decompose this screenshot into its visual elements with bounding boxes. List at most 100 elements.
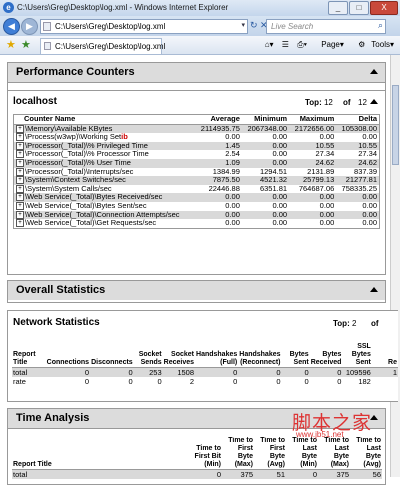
overall-statistics-title: Overall Statistics	[16, 284, 106, 296]
counters-table-body: + \Memory\Available KBytes 2114935.75 20673…	[14, 124, 379, 228]
expand-icon[interactable]: +	[16, 158, 24, 167]
network-of-label: of	[371, 319, 379, 328]
feeds-icon[interactable]: ☰	[282, 40, 289, 49]
time-col-header: Time to Last Byte (Avg)	[350, 437, 382, 470]
network-statistics-header: Network Statistics Top: 2 of	[8, 311, 398, 335]
network-cell: 0	[309, 367, 343, 377]
network-col-header: Socket Receives	[162, 343, 196, 368]
search-placeholder: Live Search	[271, 22, 314, 31]
performance-counters-title: Performance Counters	[16, 66, 135, 78]
address-bar: ◀ ▶ C:\Users\Greg\Desktop\log.xml ▾ ↻ ✕ …	[0, 16, 400, 36]
time-col-header: Time to First Byte (Max)	[222, 437, 254, 470]
time-cell: 375	[222, 469, 254, 479]
network-statistics-section: Network Statistics Top: 2 of Report Titl…	[7, 310, 398, 402]
collapse-icon[interactable]	[370, 99, 378, 104]
network-cell: 2	[189, 377, 195, 386]
network-col-header: SSL Bytes Sent	[342, 343, 372, 368]
window-controls: _ □ X	[327, 1, 398, 15]
expand-icon[interactable]: +	[16, 184, 24, 193]
search-input[interactable]: Live Search ⌕	[266, 19, 386, 34]
performance-counters-section: Performance Counters localhost Top: 12 o…	[7, 62, 386, 275]
close-button[interactable]: X	[370, 1, 398, 15]
network-cell: 253	[133, 367, 163, 377]
time-table-wrap: Report Title Time to First Bit (Min) Time …	[12, 437, 382, 479]
watermark-url: www.jb51.net	[296, 430, 344, 439]
back-button[interactable]: ◀	[3, 18, 20, 35]
collapse-icon[interactable]	[370, 287, 378, 292]
page-menu[interactable]: Page▾	[315, 40, 344, 49]
network-cell: rate	[13, 377, 26, 386]
forward-button[interactable]: ▶	[21, 18, 38, 35]
expand-icon[interactable]: +	[16, 141, 24, 150]
expand-icon[interactable]: +	[16, 201, 24, 210]
table-row[interactable]: + \Web Service(_Total)\Get Requests/sec 0.…	[14, 218, 379, 228]
time-cell: total	[12, 469, 190, 479]
print-icon[interactable]: ⎙▾	[297, 40, 307, 49]
table-row[interactable]: total 0 375 51 0 375 56	[12, 469, 382, 479]
network-statistics-title: Network Statistics	[13, 317, 100, 328]
expand-icon[interactable]: +	[16, 193, 24, 202]
top-count: Top: 12	[305, 98, 333, 107]
network-cell: 0	[304, 377, 309, 386]
maximize-button[interactable]: □	[349, 1, 369, 15]
time-table-body: total 0 375 51 0 375 56	[12, 469, 382, 479]
time-cell: 0	[286, 469, 318, 479]
ie-logo-icon: e	[3, 2, 14, 13]
network-table: Report Title Connections Disconnects Socket…	[12, 343, 398, 386]
network-cell: 0	[128, 377, 133, 386]
network-col-header: Connections	[45, 343, 91, 368]
network-col-header: Socket Sends	[133, 343, 163, 368]
time-analysis-title: Time Analysis	[16, 412, 90, 424]
expand-icon[interactable]: +	[16, 133, 24, 142]
network-cell: 109596	[342, 367, 372, 377]
counters-table: Counter Name Average Minimum Maximum Del…	[14, 114, 379, 228]
of-value: 12	[358, 98, 367, 107]
localhost-panel: localhost Top: 12 of 12 Counter Name Ave…	[8, 90, 385, 229]
performance-counters-header[interactable]: Performance Counters	[8, 63, 385, 83]
col-average: Average	[195, 114, 242, 125]
search-icon[interactable]: ⌕	[378, 20, 383, 31]
network-cell: 0	[157, 377, 162, 386]
network-col-header: Re	[371, 343, 398, 368]
expand-icon[interactable]: +	[16, 176, 24, 185]
time-col-header: Time to Last Byte (Max)	[318, 437, 350, 470]
home-icon[interactable]: ⌂▾	[265, 40, 274, 49]
table-row[interactable]: rate 0 0 0 2 0 0 0 0 182	[12, 377, 398, 386]
collapse-icon[interactable]	[370, 69, 378, 74]
vertical-scrollbar[interactable]	[390, 55, 400, 477]
minimize-button[interactable]: _	[328, 1, 348, 15]
network-cell: 0	[45, 367, 91, 377]
col-minimum: Minimum	[241, 114, 290, 125]
gear-icon: ⚙	[358, 40, 366, 49]
favorites-star-icon[interactable]: ★	[6, 38, 16, 51]
scrollbar-thumb[interactable]	[392, 85, 399, 165]
expand-icon[interactable]: +	[16, 167, 24, 176]
time-cell: 51	[254, 469, 286, 479]
network-cell: 1508	[162, 367, 196, 377]
page-icon	[43, 22, 51, 31]
add-favorite-icon[interactable]: ★	[21, 38, 31, 51]
network-col-header: Handshakes (Full)	[195, 343, 239, 368]
command-buttons: ⌂▾ ☰ ⎙▾ Page▾ ⚙ Tools▾	[259, 40, 394, 50]
network-col-header: Handshakes (Reconnect)	[238, 343, 282, 368]
refresh-stop-icons[interactable]: ↻ ✕	[250, 20, 268, 31]
address-dropdown-icon[interactable]: ▾	[241, 21, 245, 29]
address-input[interactable]: C:\Users\Greg\Desktop\log.xml ▾	[40, 19, 248, 34]
tab-log-xml[interactable]: C:\Users\Greg\Desktop\log.xml	[40, 38, 165, 54]
expand-icon[interactable]: +	[16, 210, 24, 219]
address-url: C:\Users\Greg\Desktop\log.xml	[55, 22, 166, 31]
expand-icon[interactable]: +	[16, 150, 24, 159]
tools-menu-label: Tools	[371, 40, 390, 49]
time-table: Report Title Time to First Bit (Min) Time …	[12, 437, 382, 479]
time-col-header: Time to First Byte (Avg)	[254, 437, 286, 470]
network-col-header: Report Title	[12, 343, 46, 368]
table-row[interactable]: total 0 0 253 1508 0 0 0 0 109596 1	[12, 367, 398, 377]
network-cell: 0	[337, 377, 342, 386]
window-title: C:\Users\Greg\Desktop\log.xml - Windows …	[17, 3, 229, 12]
expand-icon[interactable]: +	[16, 219, 24, 228]
network-table-body: total 0 0 253 1508 0 0 0 0 109596 1 rate 0 0 0 2 0 0 0 0 182	[12, 367, 398, 386]
overall-statistics-header[interactable]: Overall Statistics	[8, 281, 385, 300]
network-cell: total	[12, 367, 46, 377]
expand-icon[interactable]: +	[16, 124, 24, 133]
tools-menu[interactable]: ⚙ Tools▾	[352, 40, 394, 49]
